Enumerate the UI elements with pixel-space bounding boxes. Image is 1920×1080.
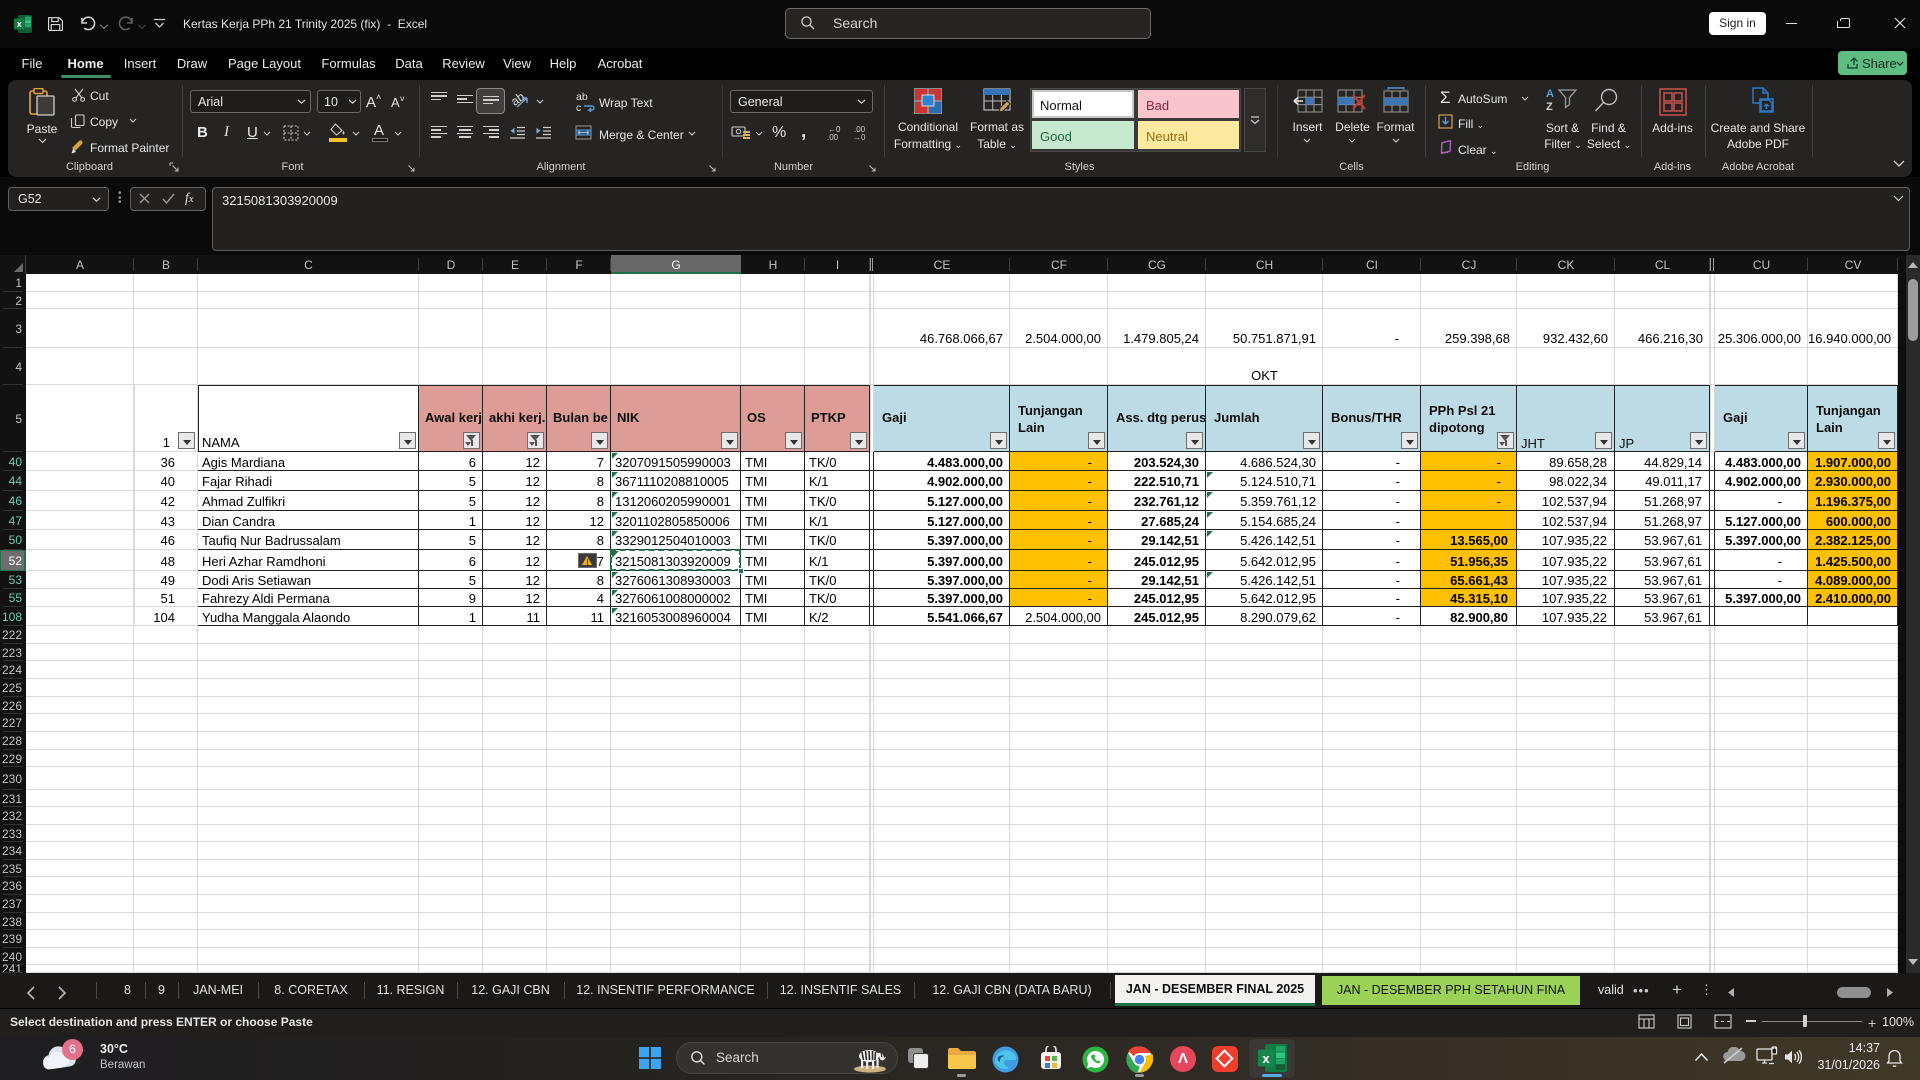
svg-text:→0: →0 [853,133,866,141]
svg-text:x: x [17,19,22,29]
svg-text:x: x [1262,1051,1270,1066]
svg-text:.00: .00 [827,133,839,141]
